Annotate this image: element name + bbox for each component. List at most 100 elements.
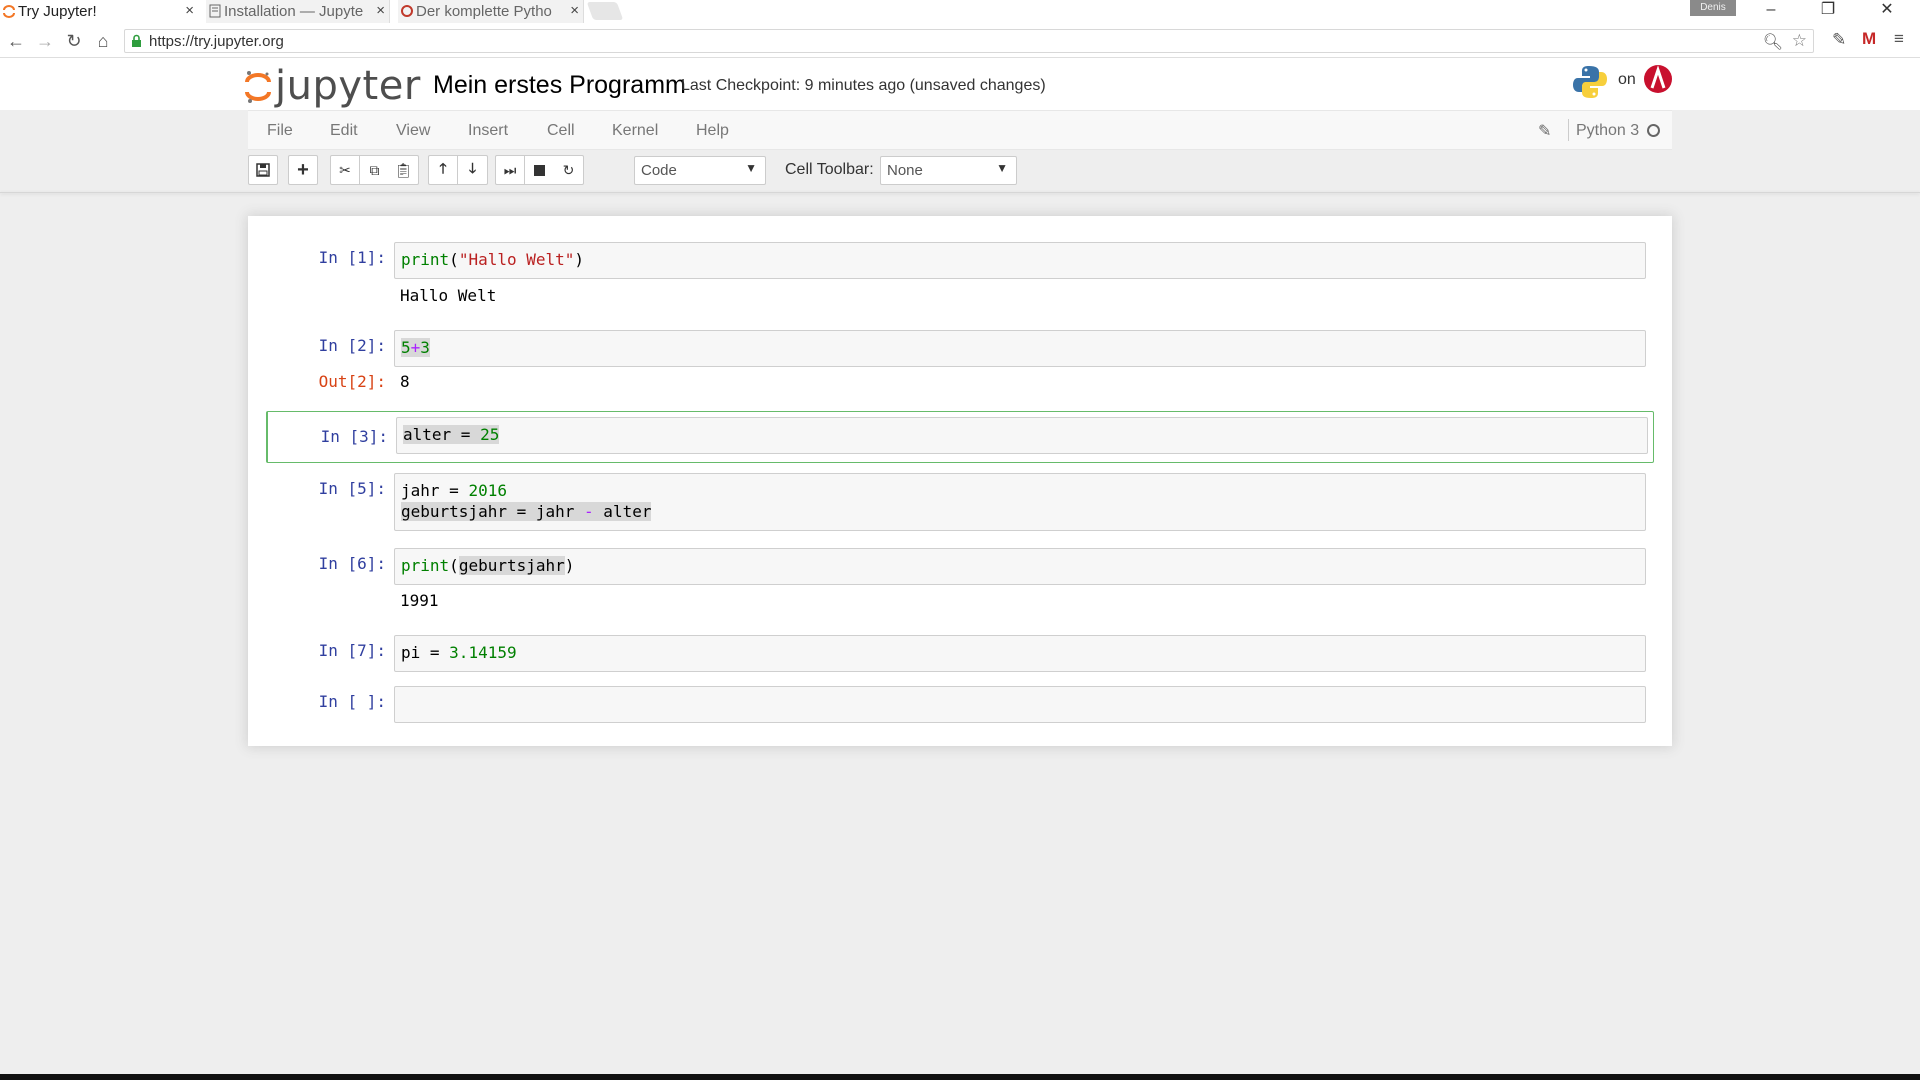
jupyter-favicon-icon	[3, 5, 15, 18]
code-line: print("Hallo Welt")	[401, 250, 585, 269]
input-prompt: In [3]:	[320, 427, 388, 446]
logo-text: jupyter	[275, 63, 421, 109]
document-favicon-icon	[209, 4, 221, 18]
code-line: alter = 25	[403, 425, 500, 444]
move-down-button[interactable]: 🡓	[458, 155, 488, 185]
menu-help[interactable]: Help	[696, 122, 729, 140]
step-forward-icon: ⏭︎	[503, 161, 517, 178]
cut-button[interactable]: ✂	[330, 155, 360, 185]
kernel-idle-indicator-icon	[1647, 124, 1660, 137]
back-icon[interactable]: ←	[5, 30, 27, 52]
menu-file[interactable]: File	[267, 122, 293, 140]
dropdown-caret-icon: ▼	[745, 161, 757, 175]
checkpoint-status: Last Checkpoint: 9 minutes ago (unsaved …	[681, 77, 1046, 94]
menu-view[interactable]: View	[396, 122, 430, 140]
bookmark-star-icon[interactable]: ☆	[1792, 31, 1807, 51]
code-cell-empty[interactable]: In [ ]:	[266, 686, 1654, 726]
code-line: pi = 3.14159	[401, 643, 517, 662]
restore-icon[interactable]: ❐	[1813, 0, 1843, 20]
tab-try-jupyter[interactable]: Try Jupyter! ×	[0, 0, 198, 23]
code-input[interactable]: jahr = 2016 geburtsjahr = jahr - alter	[394, 473, 1646, 531]
menu-insert[interactable]: Insert	[468, 122, 508, 140]
code-input[interactable]: 5+3	[394, 330, 1646, 367]
code-line: jahr = 2016	[401, 481, 507, 500]
notebook-menubar: File Edit View Insert Cell Kernel Help ✎…	[248, 110, 1672, 150]
cell-output: 8	[400, 372, 410, 391]
arrow-up-icon: 🡑	[439, 160, 447, 176]
input-prompt: In [1]:	[318, 248, 386, 267]
run-cell-button[interactable]: ⏭︎	[495, 155, 525, 185]
code-input[interactable]: print(geburtsjahr)	[394, 548, 1646, 585]
tab-label: Der komplette Pytho	[416, 3, 552, 20]
code-cell[interactable]: In [7]: pi = 3.14159	[266, 635, 1654, 675]
kernel-name: Python 3	[1576, 122, 1640, 139]
home-icon[interactable]: ⌂	[92, 30, 114, 52]
jupyter-logo[interactable]: jupyter	[245, 63, 421, 109]
copy-icon: ⧉	[369, 161, 380, 178]
profile-badge[interactable]: Denis	[1690, 0, 1736, 16]
edit-mode-pencil-icon: ✎	[1538, 123, 1552, 140]
cell-type-value: Code	[641, 162, 677, 179]
window-close-icon[interactable]: ✕	[1872, 0, 1902, 20]
code-input[interactable]: alter = 25	[396, 417, 1648, 454]
forward-icon[interactable]: →	[34, 30, 56, 52]
code-cell[interactable]: In [5]: jahr = 2016 geburtsjahr = jahr -…	[266, 473, 1654, 535]
browser-tabstrip: Try Jupyter! × Installation — Jupyte × D…	[0, 0, 1920, 24]
paste-button[interactable]: 📋︎	[389, 155, 419, 185]
save-button[interactable]	[248, 155, 278, 185]
interrupt-kernel-button[interactable]	[525, 155, 555, 185]
code-cell[interactable]: In [6]: print(geburtsjahr) 1991	[266, 548, 1654, 620]
close-icon[interactable]: ×	[185, 2, 194, 19]
cell-output: 1991	[400, 591, 439, 610]
on-text: on	[1618, 71, 1636, 88]
tab-der-komplette-python[interactable]: Der komplette Pytho ×	[398, 0, 584, 23]
cell-toolbar-label: Cell Toolbar:	[785, 161, 874, 178]
zoom-icon[interactable]: 🔍︎	[1763, 32, 1783, 52]
gmail-extension-icon[interactable]: M	[1862, 29, 1876, 49]
reload-icon[interactable]: ↻	[63, 30, 85, 52]
stop-icon	[534, 164, 545, 176]
menu-cell[interactable]: Cell	[547, 122, 575, 140]
dropdown-caret-icon: ▼	[996, 161, 1008, 175]
url-text: https://try.jupyter.org	[149, 33, 284, 50]
minimize-icon[interactable]: –	[1756, 0, 1786, 20]
code-input[interactable]: pi = 3.14159	[394, 635, 1646, 672]
cell-type-select[interactable]: Code ▼	[634, 156, 766, 185]
input-prompt: In [7]:	[318, 641, 386, 660]
code-input[interactable]	[394, 686, 1646, 723]
close-icon[interactable]: ×	[376, 2, 385, 19]
new-tab-button[interactable]	[586, 2, 624, 20]
lock-icon	[132, 34, 141, 47]
cell-toolbar-select[interactable]: None ▼	[880, 156, 1017, 185]
paste-icon: 📋︎	[394, 161, 413, 178]
kernel-separator	[1568, 119, 1569, 141]
tab-label: Installation — Jupyte	[224, 3, 364, 20]
copy-button[interactable]: ⧉	[360, 155, 390, 185]
code-cell-selected[interactable]: In [3]: alter = 25	[266, 411, 1654, 463]
add-cell-button[interactable]: +	[288, 155, 318, 185]
menu-edit[interactable]: Edit	[330, 122, 358, 140]
input-prompt: In [6]:	[318, 554, 386, 573]
cell-output: Hallo Welt	[400, 286, 497, 305]
chrome-menu-icon[interactable]: ≡	[1894, 29, 1904, 49]
address-bar[interactable]: https://try.jupyter.org 🔍︎ ☆	[124, 29, 1814, 53]
code-line: geburtsjahr = jahr - alter	[401, 502, 652, 521]
udemy-favicon-icon	[401, 5, 413, 17]
restart-kernel-button[interactable]: ↻	[554, 155, 584, 185]
notebook-title[interactable]: Mein erstes Programm	[433, 71, 686, 100]
cell-toolbar-value: None	[887, 162, 923, 179]
input-prompt: In [ ]:	[318, 692, 386, 711]
code-input[interactable]: print("Hallo Welt")	[394, 242, 1646, 279]
scissors-icon: ✂	[339, 161, 351, 178]
extension-icon[interactable]: ✎	[1832, 30, 1846, 50]
code-cell[interactable]: In [1]: print("Hallo Welt") Hallo Welt	[266, 242, 1654, 314]
move-up-button[interactable]: 🡑	[428, 155, 458, 185]
code-cell[interactable]: In [2]: 5+3 Out[2]: 8	[266, 330, 1654, 402]
menu-kernel[interactable]: Kernel	[612, 122, 658, 140]
tab-installation[interactable]: Installation — Jupyte ×	[206, 0, 390, 23]
input-prompt: In [2]:	[318, 336, 386, 355]
save-icon	[256, 163, 270, 177]
tab-label: Try Jupyter!	[18, 3, 97, 20]
close-icon[interactable]: ×	[570, 2, 579, 19]
